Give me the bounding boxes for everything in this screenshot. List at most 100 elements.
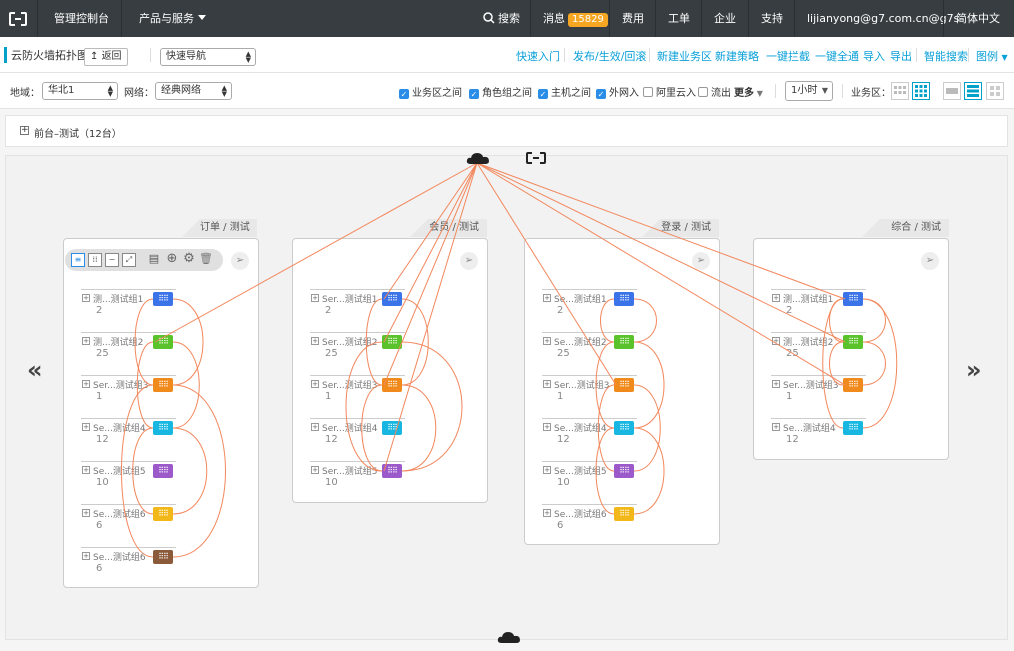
paper-plane-icon[interactable]: ➢ — [921, 252, 939, 270]
host-group-node[interactable]: + Se...测试组4 12 ⠿⠿ — [771, 418, 866, 454]
expand-icon[interactable]: + — [772, 337, 780, 345]
checkbox-internet-in[interactable]: ✓ 外网入 — [596, 84, 639, 99]
double-chevron-left-icon[interactable]: « — [27, 356, 43, 384]
block-all-link[interactable]: 一键拦截 — [766, 48, 810, 64]
publish-link[interactable]: 发布/生效/回滚 — [573, 48, 646, 64]
collapse-icon[interactable]: − — [105, 253, 119, 267]
settings-gear-icon[interactable]: ⚙ — [182, 252, 196, 267]
export-link[interactable]: 导出 — [890, 48, 912, 64]
quick-nav-select[interactable]: 快速导航 ▲ ▼ — [160, 48, 256, 66]
expand-icon[interactable]: + — [311, 466, 319, 474]
expand-icon[interactable]: + — [311, 294, 319, 302]
host-group-node[interactable]: + Ser...测试组1 2 ⠿⠿ — [310, 289, 405, 325]
host-group-node[interactable]: + Ser...测试组5 10 ⠿⠿ — [310, 461, 405, 497]
host-group-node[interactable]: + Se...测试组2 25 ⠿⠿ — [542, 332, 637, 368]
products-menu[interactable]: 产品与服务 — [139, 0, 206, 37]
checkbox-aliyun-in[interactable]: 阿里云入 — [643, 84, 696, 99]
enterprise-link[interactable]: 企业 — [714, 0, 736, 37]
expand-icon[interactable]: + — [543, 466, 551, 474]
server-group-icon[interactable]: ⠿⠿ — [614, 335, 634, 349]
expand-icon[interactable]: + — [772, 423, 780, 431]
host-group-node[interactable]: + Ser...测试组4 12 ⠿⠿ — [310, 418, 405, 454]
expand-icon[interactable]: + — [82, 337, 90, 345]
view-single-button[interactable] — [943, 82, 961, 100]
expand-icon[interactable]: + — [543, 509, 551, 517]
delete-icon[interactable]: 🗑 — [199, 253, 213, 267]
expand-icon[interactable]: + — [311, 423, 319, 431]
zone-tab-login[interactable]: 登录 / 测试 — [642, 219, 719, 237]
allow-all-link[interactable]: 一键全通 — [815, 48, 859, 64]
server-group-icon[interactable]: ⠿⠿ — [153, 421, 173, 435]
server-group-icon[interactable]: ⠿⠿ — [382, 378, 402, 392]
cloud-icon[interactable] — [466, 151, 490, 165]
server-group-icon[interactable]: ⠿⠿ — [153, 464, 173, 478]
view-grid-b-button[interactable] — [912, 82, 930, 100]
messages-link[interactable]: 消息 15829 — [543, 0, 608, 37]
expand-icon[interactable]: + — [311, 380, 319, 388]
server-group-icon[interactable]: ⠿⠿ — [153, 335, 173, 349]
expand-icon[interactable]: + — [82, 552, 90, 560]
server-group-icon[interactable]: ⠿⠿ — [843, 421, 863, 435]
view-list-button[interactable] — [964, 82, 982, 100]
host-group-node[interactable]: + Ser...测试组2 25 ⠿⠿ — [310, 332, 405, 368]
server-group-icon[interactable]: ⠿⠿ — [382, 335, 402, 349]
host-group-node[interactable]: + 测...测试组1 2 ⠿⠿ — [771, 289, 866, 325]
host-group-node[interactable]: + 测...测试组1 2 ⠿⠿ — [81, 289, 176, 325]
time-range-select[interactable]: 1小时 ▼ — [785, 81, 833, 101]
expand-icon[interactable]: + — [772, 380, 780, 388]
host-group-node[interactable]: + Se...测试组6 6 ⠿⠿ — [81, 504, 176, 540]
paper-plane-icon[interactable]: ➢ — [231, 252, 249, 270]
server-group-icon[interactable]: ⠿⠿ — [614, 507, 634, 521]
expand-icon[interactable]: + — [543, 294, 551, 302]
add-icon[interactable]: ⊕ — [165, 252, 179, 267]
link-logo-icon[interactable] — [526, 152, 546, 164]
server-group-icon[interactable]: ⠿⠿ — [614, 464, 634, 478]
back-button[interactable]: ↥ 返回 — [84, 48, 128, 66]
checkbox-outbound[interactable]: 流出 — [698, 84, 731, 99]
host-group-node[interactable]: + Se...测试组6 6 ⠿⠿ — [542, 504, 637, 540]
region-select[interactable]: 华北1 ▲ ▼ — [42, 82, 118, 100]
expand-icon[interactable]: + — [772, 294, 780, 302]
server-group-icon[interactable]: ⠿⠿ — [843, 378, 863, 392]
expand-icon[interactable]: + — [82, 423, 90, 431]
console-link[interactable]: 管理控制台 — [54, 0, 109, 37]
tickets-link[interactable]: 工单 — [668, 0, 690, 37]
expand-icon[interactable]: + — [311, 337, 319, 345]
support-link[interactable]: 支持 — [761, 0, 783, 37]
language-switch[interactable]: 简体中文 — [956, 0, 1000, 37]
server-group-icon[interactable]: ⠿⠿ — [153, 507, 173, 521]
server-group-icon[interactable]: ⠿⠿ — [843, 292, 863, 306]
server-group-icon[interactable]: ⠿⠿ — [382, 292, 402, 306]
server-group-icon[interactable]: ⠿⠿ — [153, 292, 173, 306]
cloud-icon[interactable] — [497, 630, 521, 644]
new-zone-link[interactable]: 新建业务区 — [657, 48, 712, 64]
host-group-node[interactable]: + Se...测试组5 10 ⠿⠿ — [81, 461, 176, 497]
checkbox-between-roles[interactable]: ✓ 角色组之间 — [469, 84, 532, 99]
host-group-node[interactable]: + Ser...测试组3 1 ⠿⠿ — [771, 375, 866, 411]
host-group-node[interactable]: + Se...测试组4 12 ⠿⠿ — [81, 418, 176, 454]
server-group-icon[interactable]: ⠿⠿ — [153, 550, 173, 564]
import-link[interactable]: 导入 — [863, 48, 885, 64]
checkbox-between-zones[interactable]: ✓ 业务区之间 — [399, 84, 462, 99]
host-group-node[interactable]: + Se...测试组5 10 ⠿⠿ — [542, 461, 637, 497]
expand-icon[interactable]: + — [82, 509, 90, 517]
checkbox-between-hosts[interactable]: ✓ 主机之间 — [538, 84, 591, 99]
host-group-node[interactable]: + Ser...测试组3 1 ⠿⠿ — [310, 375, 405, 411]
host-group-node[interactable]: + Ser...测试组3 1 ⠿⠿ — [542, 375, 637, 411]
network-select[interactable]: 经典网络 ▲ ▼ — [155, 82, 232, 100]
zone-tab-members[interactable]: 会员 / 测试 — [410, 219, 487, 237]
search-button[interactable]: 搜索 — [483, 0, 520, 37]
smart-search-link[interactable]: 智能搜索 — [924, 48, 968, 64]
fullscreen-icon[interactable]: ⤢ — [122, 253, 136, 267]
server-group-icon[interactable]: ⠿⠿ — [153, 378, 173, 392]
host-group-node[interactable]: + 测...测试组2 25 ⠿⠿ — [81, 332, 176, 368]
view-grid-a-button[interactable] — [891, 82, 909, 100]
double-chevron-right-icon[interactable]: » — [966, 356, 982, 384]
expand-icon[interactable]: + — [82, 380, 90, 388]
grid-view-icon[interactable]: ⁞⁞ — [88, 253, 102, 267]
expand-icon[interactable]: + — [543, 337, 551, 345]
billing-link[interactable]: 费用 — [622, 0, 644, 37]
view-tile-button[interactable] — [986, 82, 1004, 100]
host-group-node[interactable]: + Se...测试组6 6 ⠿⠿ — [81, 547, 176, 583]
expand-icon[interactable]: + — [82, 466, 90, 474]
